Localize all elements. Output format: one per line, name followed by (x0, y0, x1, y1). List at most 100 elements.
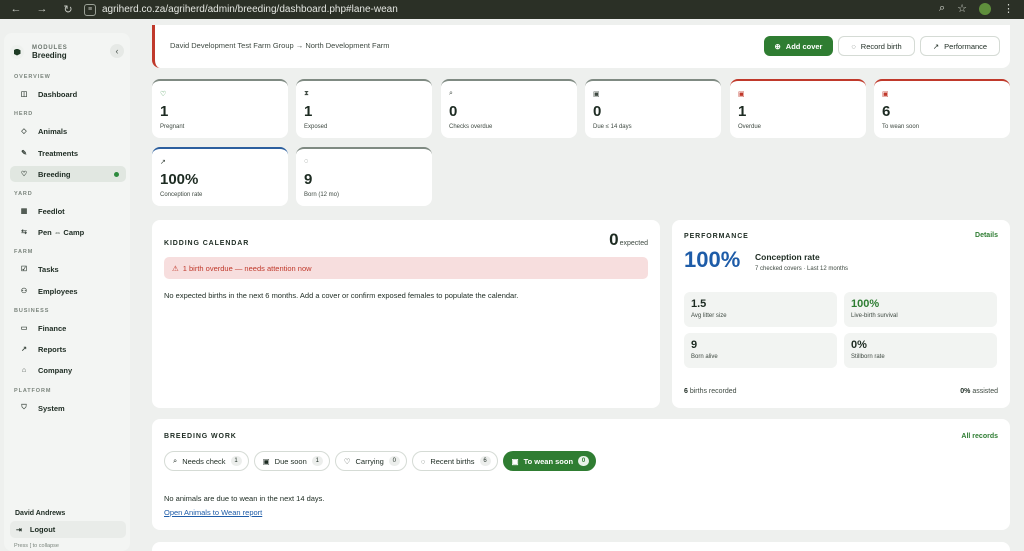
metric-value: 0% (851, 339, 867, 351)
record-birth-button[interactable]: ◌ Record birth (838, 36, 915, 56)
reload-icon[interactable]: ↻ (61, 3, 75, 16)
sidebar-item-breeding[interactable]: ♡ Breeding (10, 166, 126, 182)
sidebar-item-feedlot[interactable]: ▦ Feedlot (10, 203, 126, 219)
heart-icon: ♡ (343, 456, 351, 466)
bookmark-star-icon[interactable]: ☆ (957, 2, 967, 15)
breadcrumb[interactable]: David Development Test Farm Group → Nort… (170, 41, 390, 50)
logout-label: Logout (29, 525, 56, 534)
sidebar-item-reports[interactable]: ↗ Reports (10, 341, 126, 357)
forward-icon[interactable]: → (35, 3, 49, 16)
sidebar-item-dashboard[interactable]: ◫ Dashboard (10, 86, 126, 102)
checklist-icon: ☑ (20, 266, 28, 273)
module-name: Breeding (32, 50, 67, 60)
active-indicator (114, 172, 119, 177)
sidebar-item-label: Finance (38, 323, 67, 333)
stat-value: 0 (449, 103, 458, 120)
stat-card-to-wean-soon[interactable]: ▣ 6 To wean soon (874, 79, 1010, 138)
sidebar-item-animals[interactable]: ◇ Animals (10, 123, 126, 139)
metric-label: Avg litter size (691, 313, 727, 319)
section-overview: OVERVIEW (14, 74, 51, 80)
tab-recent-births[interactable]: ◌ Recent births 6 (411, 451, 498, 471)
conception-rate-value: 100% (684, 247, 741, 272)
tab-due-soon[interactable]: ▣ Due soon 1 (253, 451, 330, 471)
kidding-calendar-title: KIDDING CALENDAR (164, 240, 250, 247)
performance-panel: PERFORMANCE Details 100% Conception rate… (672, 220, 1010, 408)
menu-icon[interactable]: ⋮ (1003, 2, 1014, 15)
assisted-rate: 0% assisted (960, 388, 998, 395)
sidebar-item-tasks[interactable]: ☑ Tasks (10, 261, 126, 277)
sidebar-item-employees[interactable]: ⚇ Employees (10, 283, 126, 299)
module-switcher[interactable]: MODULES Breeding ‹ (10, 39, 124, 65)
sidebar-item-label: Employees (38, 286, 78, 296)
tab-carrying[interactable]: ♡ Carrying 0 (334, 451, 407, 471)
stat-card-due-14-days[interactable]: ▣ 0 Due ≤ 14 days (585, 79, 721, 138)
stat-label: Conception rate (160, 192, 203, 198)
search-icon: ⌕ (449, 90, 453, 97)
site-settings-icon[interactable]: ≡ (84, 3, 96, 16)
births-count: 6 (684, 388, 688, 395)
stat-value: 100% (160, 171, 199, 188)
stat-card-overdue[interactable]: ▣ 1 Overdue (730, 79, 866, 138)
stat-card-born-12mo[interactable]: ◌ 9 Born (12 mo) (296, 147, 432, 206)
expected-count-unit: expected (619, 240, 648, 247)
expected-count: 0 expected (609, 230, 648, 250)
logout-button[interactable]: ⇥ Logout (10, 521, 126, 538)
extension-icon[interactable] (979, 2, 991, 15)
assisted-text: assisted (972, 388, 998, 395)
shield-icon: ⛉ (21, 404, 27, 411)
tab-needs-check[interactable]: ⌕ Needs check 1 (164, 451, 249, 471)
sidebar-item-system[interactable]: ⛉ System (10, 400, 126, 416)
tab-label: Recent births (430, 456, 475, 466)
details-link[interactable]: Details (975, 232, 998, 239)
metric-value: 9 (691, 339, 698, 351)
address-bar[interactable]: ≡ agriherd.co.za/agriherd/admin/breeding… (84, 2, 398, 17)
add-cover-button[interactable]: ⊕ Add cover (764, 36, 833, 56)
breeding-work-tabs: ⌕ Needs check 1 ▣ Due soon 1 ♡ Carrying … (164, 451, 597, 471)
trend-icon: ↗ (932, 41, 940, 51)
performance-button[interactable]: ↗ Performance (920, 36, 1000, 56)
stat-card-conception-rate[interactable]: ↗ 100% Conception rate (152, 147, 288, 206)
conception-rate-sub: 7 checked covers · Last 12 months (755, 266, 849, 272)
performance-title: PERFORMANCE (684, 233, 749, 240)
tab-to-wean-soon[interactable]: ▣ To wean soon 0 (502, 451, 597, 471)
stat-card-exposed[interactable]: ⧗ 1 Exposed (296, 79, 432, 138)
calendar-icon: ▣ (511, 456, 519, 466)
metric-born-alive: 9 Born alive (684, 333, 837, 368)
finance-icon: ▭ (20, 325, 28, 332)
drop-icon: ◌ (304, 158, 309, 165)
zoom-icon[interactable]: ⌕ (939, 2, 945, 15)
section-platform: PLATFORM (14, 388, 52, 394)
tab-label: Due soon (274, 456, 307, 466)
breeding-work-panel: BREEDING WORK All records ⌕ Needs check … (152, 419, 1010, 530)
sidebar-item-treatments[interactable]: ✎ Treatments (10, 145, 126, 161)
births-recorded: 6 births recorded (684, 388, 737, 395)
metric-label: Stillborn rate (851, 354, 885, 360)
next-panel (152, 542, 1010, 551)
stat-value: 1 (160, 103, 169, 120)
conception-rate-label: Conception rate (755, 252, 820, 262)
all-records-link[interactable]: All records (961, 433, 998, 440)
tab-label: To wean soon (523, 456, 574, 466)
syringe-icon: ✎ (21, 150, 27, 157)
sidebar-item-label: Feedlot (38, 206, 65, 216)
animals-icon: ◇ (21, 128, 27, 135)
collapse-sidebar-button[interactable]: ‹ (110, 44, 124, 58)
heart-pulse-icon: ♡ (20, 171, 28, 178)
wean-empty-text: No animals are due to wean in the next 1… (164, 494, 325, 503)
sidebar-item-pen-camp[interactable]: ⇆ Pen ⇔ Camp (10, 224, 126, 240)
wean-report-link[interactable]: Open Animals to Wean report (164, 508, 262, 517)
collapse-hint: Press [ to collapse (14, 543, 59, 549)
stat-label: Overdue (738, 124, 762, 130)
sidebar-item-label: Treatments (38, 148, 79, 158)
overdue-alert[interactable]: ⚠ 1 birth overdue — needs attention now (164, 257, 648, 279)
sidebar-item-finance[interactable]: ▭ Finance (10, 320, 126, 336)
calendar-icon: ▣ (262, 456, 270, 466)
sidebar-item-company[interactable]: ⌂ Company (10, 362, 126, 378)
tab-count: 0 (388, 456, 400, 466)
back-icon[interactable]: ← (9, 3, 23, 16)
stat-value: 9 (304, 171, 313, 188)
stat-card-checks-overdue[interactable]: ⌕ 0 Checks overdue (441, 79, 577, 138)
stat-card-pregnant[interactable]: ♡ 1 Pregnant (152, 79, 288, 138)
stat-value: 6 (882, 103, 891, 120)
performance-label: Performance (944, 41, 988, 51)
